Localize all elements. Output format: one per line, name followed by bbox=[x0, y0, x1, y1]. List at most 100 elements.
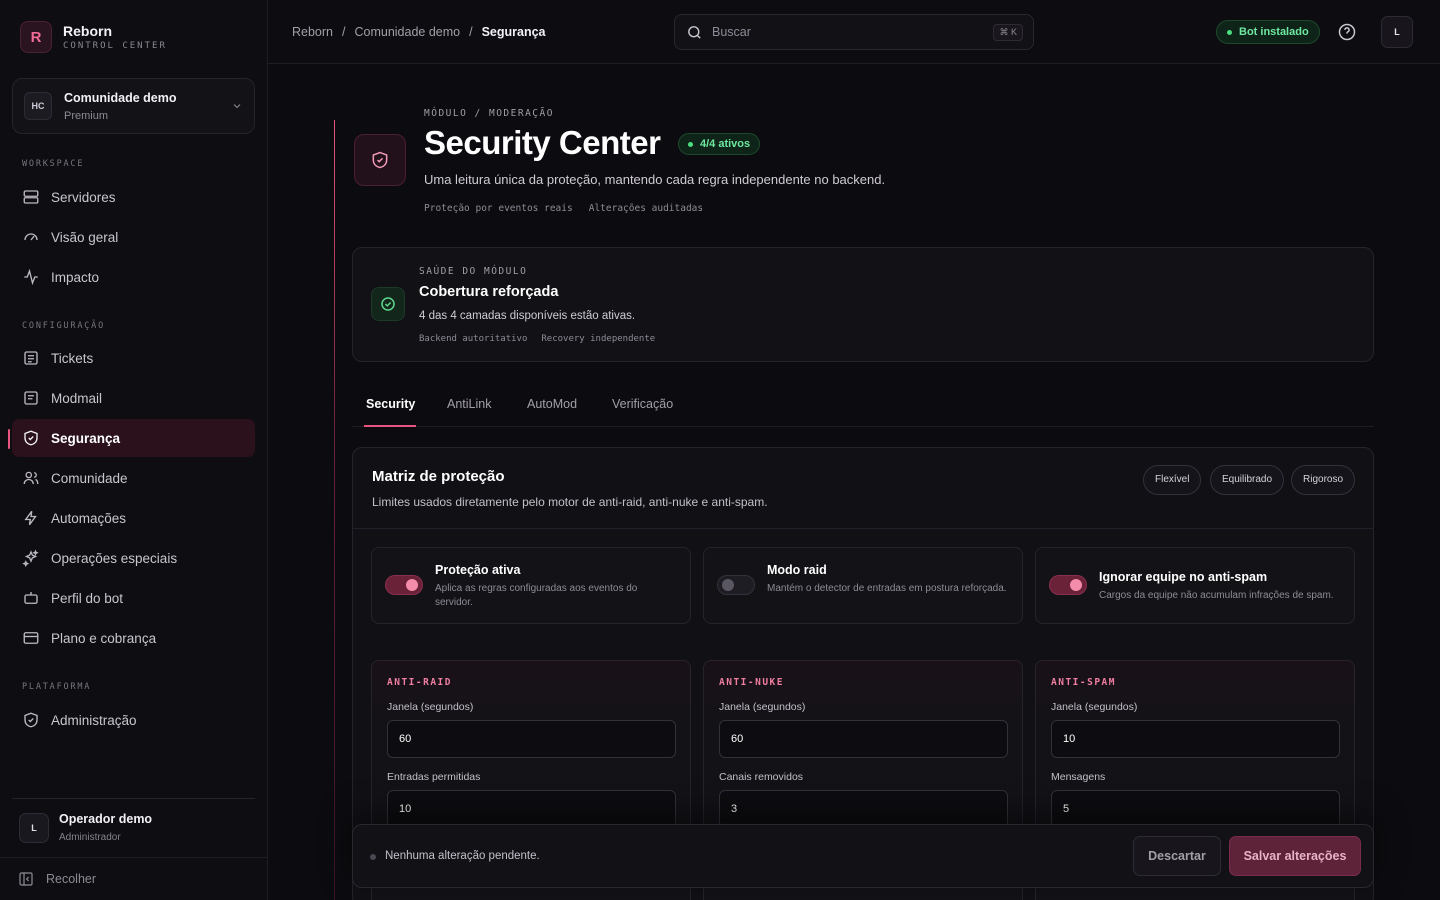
toggle-knob bbox=[1070, 579, 1082, 591]
community-plan: Premium bbox=[64, 109, 109, 122]
user-menu-button[interactable]: L bbox=[1381, 16, 1413, 48]
breadcrumb-separator: / bbox=[342, 25, 346, 39]
sidebar-item-perfil-do-bot[interactable]: Perfil do bot bbox=[12, 579, 255, 617]
tab-active-underline bbox=[364, 425, 416, 427]
tag: Alterações auditadas bbox=[588, 203, 704, 214]
card-eyebrow: ANTI-NUKE bbox=[719, 677, 784, 688]
operator-card[interactable]: L Operador demo Administrador bbox=[12, 798, 255, 856]
collapse-label: Recolher bbox=[46, 872, 97, 886]
gauge-icon bbox=[22, 228, 40, 246]
tab-verificacao[interactable]: Verificação bbox=[612, 397, 673, 411]
field-label: Mensagens bbox=[1051, 771, 1106, 783]
users-icon bbox=[22, 469, 40, 487]
sidebar-collapse-icon bbox=[18, 871, 34, 887]
toggle-card-ignorar-equipe: Ignorar equipe no anti-spam Cargos da eq… bbox=[1035, 547, 1355, 624]
preset-rigoroso-button[interactable]: Rigoroso bbox=[1291, 465, 1356, 495]
anti-nuke-channels-input[interactable]: 3 bbox=[719, 790, 1008, 828]
shield-check-icon bbox=[22, 711, 40, 729]
anti-spam-messages-input[interactable]: 5 bbox=[1051, 790, 1340, 828]
community-switcher[interactable]: HC Comunidade demo Premium bbox=[12, 78, 255, 134]
protecao-ativa-toggle[interactable] bbox=[385, 575, 423, 595]
hero-tags: Proteção por eventos reais Alterações au… bbox=[424, 203, 703, 214]
modo-raid-toggle[interactable] bbox=[717, 575, 755, 595]
save-bar: Nenhuma alteração pendente. Descartar Sa… bbox=[352, 824, 1374, 888]
toggle-title: Ignorar equipe no anti-spam bbox=[1099, 570, 1268, 584]
search-input[interactable]: Buscar ⌘ K bbox=[674, 14, 1034, 50]
credit-card-icon bbox=[22, 629, 40, 647]
card-eyebrow: ANTI-RAID bbox=[387, 677, 452, 688]
anti-spam-window-input[interactable]: 10 bbox=[1051, 720, 1340, 758]
breadcrumb-item[interactable]: Reborn bbox=[292, 25, 333, 39]
sidebar-item-impacto[interactable]: Impacto bbox=[12, 258, 255, 296]
sidebar-item-plano-e-cobranca[interactable]: Plano e cobrança bbox=[12, 619, 255, 657]
health-tags: Backend autoritativo Recovery independen… bbox=[419, 334, 655, 344]
avatar: L bbox=[19, 812, 49, 843]
health-title: Cobertura reforçada bbox=[419, 284, 559, 300]
tag: Backend autoritativo bbox=[419, 334, 528, 344]
search-placeholder: Buscar bbox=[712, 25, 751, 39]
tag: Proteção por eventos reais bbox=[424, 203, 573, 214]
field-label: Janela (segundos) bbox=[387, 701, 474, 713]
health-eyebrow: SAÚDE DO MÓDULO bbox=[419, 266, 528, 277]
breadcrumb: Reborn / Comunidade demo / Segurança bbox=[292, 25, 546, 39]
help-icon[interactable] bbox=[1337, 22, 1357, 42]
check-circle-icon bbox=[371, 287, 405, 321]
brand-logo: R bbox=[20, 21, 52, 53]
sidebar-item-operacoes-especiais[interactable]: Operações especiais bbox=[12, 539, 255, 577]
active-indicator bbox=[8, 429, 10, 449]
active-count-badge: 4/4 ativos bbox=[678, 133, 761, 155]
tab-antilink[interactable]: AntiLink bbox=[447, 397, 491, 411]
sidebar-item-modmail[interactable]: Modmail bbox=[12, 379, 255, 417]
preset-equilibrado-button[interactable]: Equilibrado bbox=[1210, 465, 1285, 495]
ignorar-equipe-toggle[interactable] bbox=[1049, 575, 1087, 595]
sidebar-item-label: Impacto bbox=[51, 269, 100, 285]
page-description: Uma leitura única da proteção, mantendo … bbox=[424, 172, 886, 187]
sidebar-item-servidores[interactable]: Servidores bbox=[12, 178, 255, 216]
brand-subtitle: CONTROL CENTER bbox=[63, 41, 167, 51]
discard-button[interactable]: Descartar bbox=[1133, 836, 1221, 876]
community-name: Comunidade demo bbox=[64, 90, 177, 105]
breadcrumb-item[interactable]: Comunidade demo bbox=[354, 25, 460, 39]
sidebar-item-label: Visão geral bbox=[51, 229, 119, 245]
search-icon bbox=[686, 24, 703, 41]
operator-role: Administrador bbox=[59, 832, 121, 843]
sidebar-item-comunidade[interactable]: Comunidade bbox=[12, 459, 255, 497]
preset-flexivel-button[interactable]: Flexível bbox=[1143, 465, 1202, 495]
zap-icon bbox=[22, 509, 40, 527]
topbar: Reborn / Comunidade demo / Segurança Bus… bbox=[268, 0, 1440, 64]
sidebar-item-tickets[interactable]: Tickets bbox=[12, 339, 255, 377]
brand[interactable]: R Reborn CONTROL CENTER bbox=[20, 21, 167, 53]
main-content: MÓDULO / MODERAÇÃO Security Center 4/4 a… bbox=[268, 64, 1440, 900]
toggle-knob bbox=[722, 579, 734, 591]
sidebar-item-administracao[interactable]: Administração bbox=[12, 701, 255, 739]
mail-icon bbox=[22, 389, 40, 407]
anti-nuke-window-input[interactable]: 60 bbox=[719, 720, 1008, 758]
panel-header: Matriz de proteção Limites usados direta… bbox=[353, 448, 1373, 529]
toggle-card-protecao-ativa: Proteção ativa Aplica as regras configur… bbox=[371, 547, 691, 624]
tab-security[interactable]: Security bbox=[366, 397, 415, 411]
sidebar-item-visao-geral[interactable]: Visão geral bbox=[12, 218, 255, 256]
status-badge: Bot instalado bbox=[1216, 20, 1320, 44]
field-label: Janela (segundos) bbox=[1051, 701, 1138, 713]
collapse-button[interactable]: Recolher bbox=[0, 857, 267, 900]
sidebar-item-label: Automações bbox=[51, 510, 127, 526]
sidebar-item-label: Perfil do bot bbox=[51, 590, 124, 606]
toggle-description: Cargos da equipe não acumulam infrações … bbox=[1099, 590, 1334, 601]
panel-description: Limites usados diretamente pelo motor de… bbox=[372, 495, 768, 509]
toggle-card-modo-raid: Modo raid Mantém o detector de entradas … bbox=[703, 547, 1023, 624]
anti-raid-joins-input[interactable]: 10 bbox=[387, 790, 676, 828]
sidebar-item-automacoes[interactable]: Automações bbox=[12, 499, 255, 537]
sidebar-item-label: Modmail bbox=[51, 390, 103, 406]
tab-automod[interactable]: AutoMod bbox=[527, 397, 577, 411]
sidebar-item-label: Operações especiais bbox=[51, 550, 178, 566]
toggle-description: Aplica as regras configuradas aos evento… bbox=[435, 583, 638, 608]
section-label-configuracao: CONFIGURAÇÃO bbox=[22, 321, 106, 331]
sidebar: R Reborn CONTROL CENTER HC Comunidade de… bbox=[0, 0, 268, 900]
page-title: Security Center bbox=[424, 124, 661, 161]
sidebar-item-seguranca[interactable]: Segurança bbox=[12, 419, 255, 457]
pending-status: Nenhuma alteração pendente. bbox=[385, 850, 540, 862]
sidebar-item-label: Plano e cobrança bbox=[51, 630, 157, 646]
save-button[interactable]: Salvar alterações bbox=[1229, 836, 1361, 876]
tab-bar: Security AntiLink AutoMod Verificação bbox=[352, 386, 1374, 427]
anti-raid-window-input[interactable]: 60 bbox=[387, 720, 676, 758]
